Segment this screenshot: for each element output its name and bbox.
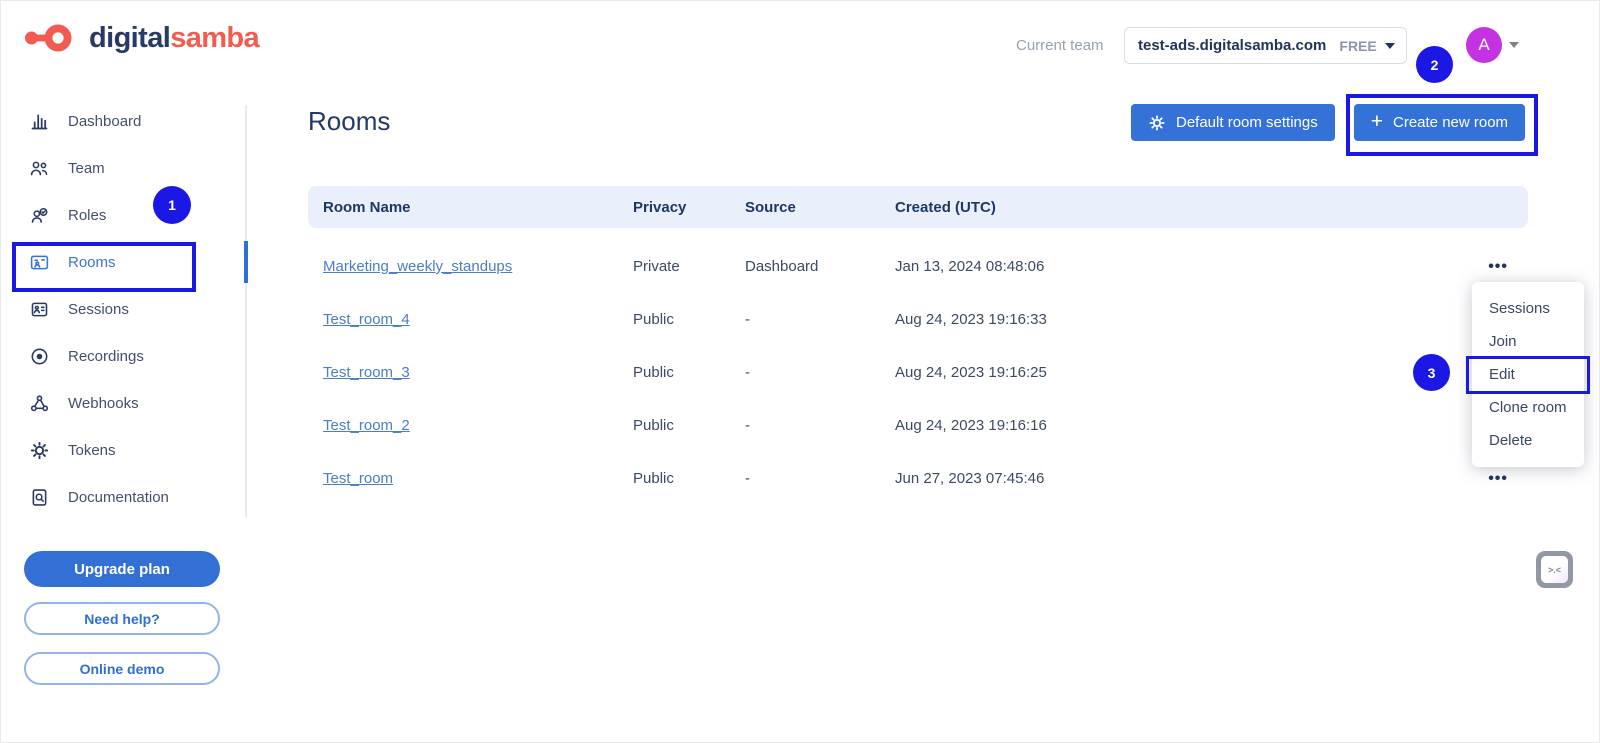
source-cell: - [745,417,895,434]
plan-badge: FREE [1339,38,1376,54]
sidebar-item-dashboard[interactable]: Dashboard [0,98,245,145]
need-help-button[interactable]: Need help? [24,602,220,635]
annotation-badge-1: 1 [153,186,191,224]
source-cell: - [745,364,895,381]
created-cell: Jun 27, 2023 07:45:46 [895,470,1215,487]
created-cell: Aug 24, 2023 19:16:25 [895,364,1215,381]
recordings-icon [28,346,50,368]
sidebar-item-label: Documentation [68,489,169,506]
created-cell: Jan 13, 2024 08:48:06 [895,258,1215,275]
team-selector[interactable]: test-ads.digitalsamba.com FREE [1124,27,1407,64]
room-name-link[interactable]: Test_room_2 [323,417,410,434]
webhooks-icon [28,393,50,415]
column-header-privacy[interactable]: Privacy [633,199,745,216]
table-body: Marketing_weekly_standups Private Dashbo… [308,240,1528,505]
gear-icon [1148,114,1166,132]
menu-item-edit[interactable]: Edit [1472,358,1584,391]
column-header-created[interactable]: Created (UTC) [895,199,1215,216]
table-row: Test_room_4 Public - Aug 24, 2023 19:16:… [308,293,1528,346]
sidebar-item-documentation[interactable]: Documentation [0,474,245,521]
sidebar-item-webhooks[interactable]: Webhooks [0,380,245,427]
doc-search-icon [28,487,50,509]
sidebar-divider [245,105,247,517]
annotation-badge-3: 3 [1413,354,1450,391]
sessions-icon [28,299,50,321]
table-row: Marketing_weekly_standups Private Dashbo… [308,240,1528,293]
bar-chart-icon [28,111,50,133]
avatar[interactable]: A [1466,27,1502,63]
source-cell: - [745,311,895,328]
table-header-row: Room Name Privacy Source Created (UTC) [308,186,1528,228]
digitalsamba-logo-icon [24,20,78,56]
table-row: Test_room_3 Public - Aug 24, 2023 19:16:… [308,346,1528,399]
annotation-badge-2: 2 [1416,46,1453,83]
column-header-source[interactable]: Source [745,199,895,216]
sidebar-item-label: Roles [68,207,106,224]
sidebar-item-label: Recordings [68,348,144,365]
default-room-settings-button[interactable]: Default room settings [1131,104,1335,141]
menu-item-clone-room[interactable]: Clone room [1472,391,1584,424]
row-actions-ellipsis-icon[interactable]: ••• [1215,258,1528,276]
sidebar-item-sessions[interactable]: Sessions [0,286,245,333]
source-cell: Dashboard [745,258,895,275]
privacy-cell: Public [633,311,745,328]
plus-icon: + [1371,111,1383,132]
roles-icon [28,205,50,227]
privacy-cell: Public [633,364,745,381]
menu-item-sessions[interactable]: Sessions [1472,292,1584,325]
page-title: Rooms [308,106,390,137]
room-name-link[interactable]: Test_room [323,470,393,487]
room-name-link[interactable]: Test_room_4 [323,311,410,328]
create-new-room-button[interactable]: + Create new room [1354,104,1525,141]
menu-item-join[interactable]: Join [1472,325,1584,358]
sidebar-item-tokens[interactable]: Tokens [0,427,245,474]
feedback-widget-button[interactable]: >.< [1536,551,1573,588]
toolbar: Default room settings + Create new room [1131,104,1525,141]
rooms-table: Room Name Privacy Source Created (UTC) M… [308,186,1528,505]
face-icon: >.< [1541,556,1568,583]
sidebar-item-label: Sessions [68,301,129,318]
sidebar-item-label: Dashboard [68,113,141,130]
team-icon [28,158,50,180]
privacy-cell: Private [633,258,745,275]
room-name-link[interactable]: Test_room_3 [323,364,410,381]
chevron-down-icon [1385,43,1395,49]
sidebar-item-label: Webhooks [68,395,139,412]
row-context-menu: Sessions Join Edit Clone room Delete [1472,282,1584,467]
privacy-cell: Public [633,417,745,434]
avatar-chevron-down-icon[interactable] [1509,42,1519,48]
sidebar-item-label: Tokens [68,442,116,459]
column-header-room-name[interactable]: Room Name [323,199,633,216]
current-team-label: Current team [1016,37,1104,54]
sidebar-item-roles[interactable]: Roles [0,192,245,239]
sidebar-item-team[interactable]: Team [0,145,245,192]
created-cell: Aug 24, 2023 19:16:16 [895,417,1215,434]
rooms-icon [28,252,50,274]
team-name: test-ads.digitalsamba.com [1138,37,1326,54]
gear-icon [28,440,50,462]
upgrade-plan-button[interactable]: Upgrade plan [24,551,220,587]
brand-name: digitalsamba [89,22,259,55]
table-row: Test_room_2 Public - Aug 24, 2023 19:16:… [308,399,1528,452]
created-cell: Aug 24, 2023 19:16:33 [895,311,1215,328]
sidebar-item-recordings[interactable]: Recordings [0,333,245,380]
brand-logo[interactable]: digitalsamba [24,20,259,56]
sidebar-item-label: Team [68,160,105,177]
online-demo-button[interactable]: Online demo [24,652,220,685]
sidebar-item-rooms[interactable]: Rooms [0,239,245,286]
room-name-link[interactable]: Marketing_weekly_standups [323,258,512,275]
table-row: Test_room Public - Jun 27, 2023 07:45:46… [308,452,1528,505]
source-cell: - [745,470,895,487]
menu-item-delete[interactable]: Delete [1472,424,1584,457]
sidebar-item-label: Rooms [68,254,116,271]
sidebar: Dashboard Team Roles Rooms [0,98,245,521]
privacy-cell: Public [633,470,745,487]
sidebar-active-indicator [244,241,248,283]
row-actions-ellipsis-icon[interactable]: ••• [1215,470,1528,488]
